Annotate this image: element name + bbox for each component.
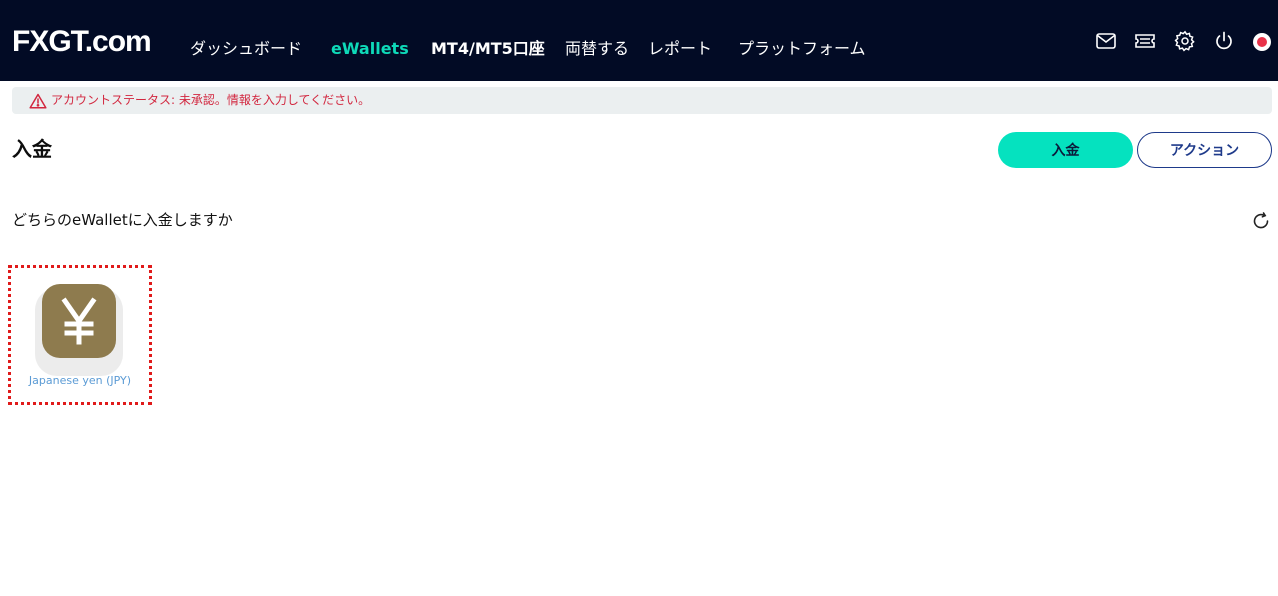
gear-icon[interactable] bbox=[1174, 30, 1196, 52]
wallet-question: どちらのeWalletに入金しますか bbox=[12, 211, 233, 229]
page-title: 入金 bbox=[12, 137, 52, 161]
nav-dashboard[interactable]: ダッシュボード bbox=[190, 37, 302, 61]
ticket-icon[interactable] bbox=[1134, 30, 1156, 52]
fxgt-logo[interactable]: FXGT.com bbox=[12, 22, 152, 62]
refresh-icon[interactable] bbox=[1251, 211, 1271, 231]
yen-icon bbox=[42, 284, 116, 358]
wallet-card-jpy[interactable]: Japanese yen (JPY) bbox=[8, 265, 152, 405]
account-status-alert: アカウントステータス: 未承認。情報を入力してください。 bbox=[12, 87, 1272, 114]
nav-ewallets[interactable]: eWallets bbox=[331, 37, 409, 61]
top-navigation-bar: FXGT.com ダッシュボード eWallets MT4/MT5口座 両替する… bbox=[0, 0, 1278, 81]
power-icon[interactable] bbox=[1213, 30, 1235, 52]
mail-icon[interactable] bbox=[1095, 30, 1117, 52]
nav-mt4-mt5-accounts[interactable]: MT4/MT5口座 bbox=[431, 37, 545, 61]
alert-message[interactable]: アカウントステータス: 未承認。情報を入力してください。 bbox=[51, 92, 370, 108]
japan-flag-icon[interactable] bbox=[1253, 33, 1271, 51]
nav-platforms[interactable]: プラットフォーム bbox=[738, 37, 866, 61]
nav-reports[interactable]: レポート bbox=[648, 37, 712, 61]
nav-exchange[interactable]: 両替する bbox=[565, 37, 629, 61]
deposit-button[interactable]: 入金 bbox=[998, 132, 1133, 168]
warning-icon bbox=[29, 93, 47, 109]
wallet-label: Japanese yen (JPY) bbox=[28, 374, 132, 387]
action-button[interactable]: アクション bbox=[1137, 132, 1272, 168]
